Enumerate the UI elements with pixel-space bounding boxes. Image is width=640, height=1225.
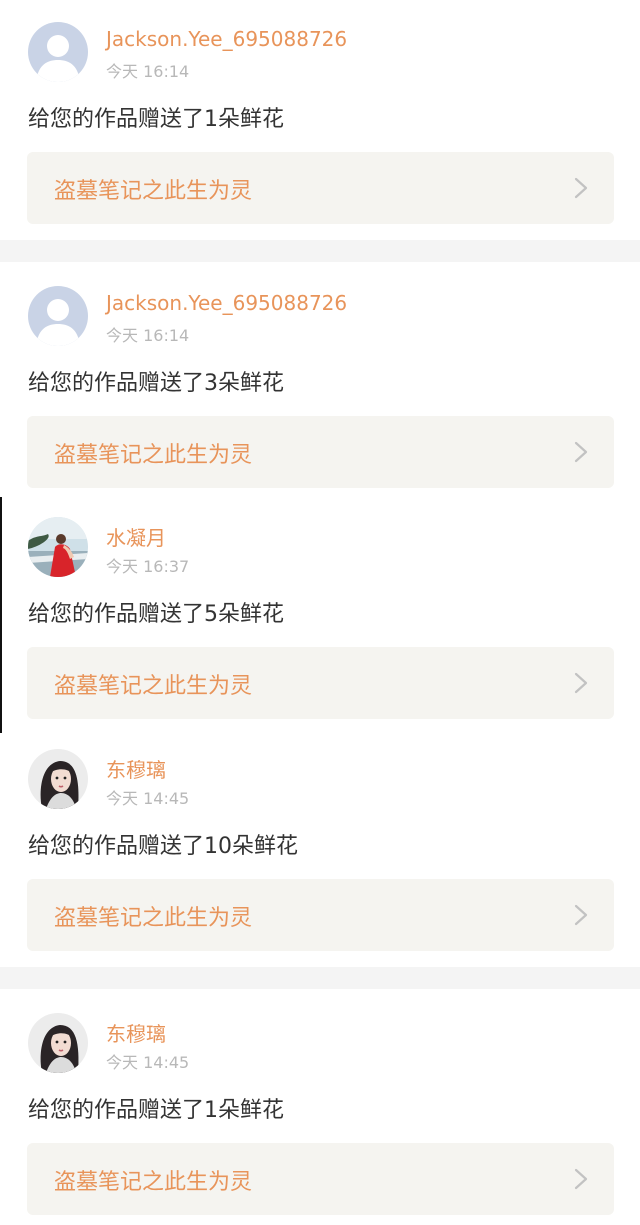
work-title: 盗墓笔记之此生为灵 [54,179,253,204]
notification-card: Jackson.Yee_695088726 今天 16:14 给您的作品赠送了1… [0,0,640,240]
user-photo-icon [28,517,88,577]
chevron-right-icon [574,904,588,926]
work-title: 盗墓笔记之此生为灵 [54,906,253,931]
username[interactable]: Jackson.Yee_695088726 [106,291,347,315]
gift-message: 给您的作品赠送了1朵鲜花 [28,107,284,132]
timestamp: 今天 16:37 [106,557,190,576]
username[interactable]: 水凝月 [106,522,166,551]
separator [0,240,640,262]
chevron-right-icon [574,441,588,463]
avatar[interactable] [28,286,88,346]
notification-card: 水凝月 今天 16:37 给您的作品赠送了5朵鲜花 盗墓笔记之此生为灵 [0,495,640,727]
work-link[interactable]: 盗墓笔记之此生为灵 [27,647,614,719]
default-user-icon [28,286,88,346]
work-link[interactable]: 盗墓笔记之此生为灵 [27,879,614,951]
work-link[interactable]: 盗墓笔记之此生为灵 [27,152,614,224]
default-user-icon [28,22,88,82]
notification-card: 东穆璃 今天 14:45 给您的作品赠送了1朵鲜花 盗墓笔记之此生为灵 [0,991,640,1225]
chevron-right-icon [574,177,588,199]
avatar[interactable] [28,1013,88,1073]
gift-message: 给您的作品赠送了3朵鲜花 [28,371,284,396]
work-title: 盗墓笔记之此生为灵 [54,1170,253,1195]
work-link[interactable]: 盗墓笔记之此生为灵 [27,1143,614,1215]
work-title: 盗墓笔记之此生为灵 [54,674,253,699]
gift-message: 给您的作品赠送了10朵鲜花 [28,834,298,859]
avatar[interactable] [28,517,88,577]
chevron-right-icon [574,1168,588,1190]
username[interactable]: 东穆璃 [106,1018,166,1047]
username[interactable]: Jackson.Yee_695088726 [106,27,347,51]
avatar[interactable] [28,22,88,82]
user-photo-icon [28,749,88,809]
avatar[interactable] [28,749,88,809]
timestamp: 今天 14:45 [106,1053,190,1072]
notification-card: Jackson.Yee_695088726 今天 16:14 给您的作品赠送了3… [0,264,640,496]
work-link[interactable]: 盗墓笔记之此生为灵 [27,416,614,488]
user-photo-icon [28,1013,88,1073]
notification-card: 东穆璃 今天 14:45 给您的作品赠送了10朵鲜花 盗墓笔记之此生为灵 [0,727,640,967]
username[interactable]: 东穆璃 [106,754,166,783]
chevron-right-icon [574,672,588,694]
timestamp: 今天 16:14 [106,326,190,345]
screenshot-edge-line [0,497,2,733]
work-title: 盗墓笔记之此生为灵 [54,443,253,468]
gift-message: 给您的作品赠送了1朵鲜花 [28,1098,284,1123]
timestamp: 今天 16:14 [106,62,190,81]
timestamp: 今天 14:45 [106,789,190,808]
gift-message: 给您的作品赠送了5朵鲜花 [28,602,284,627]
separator [0,967,640,989]
